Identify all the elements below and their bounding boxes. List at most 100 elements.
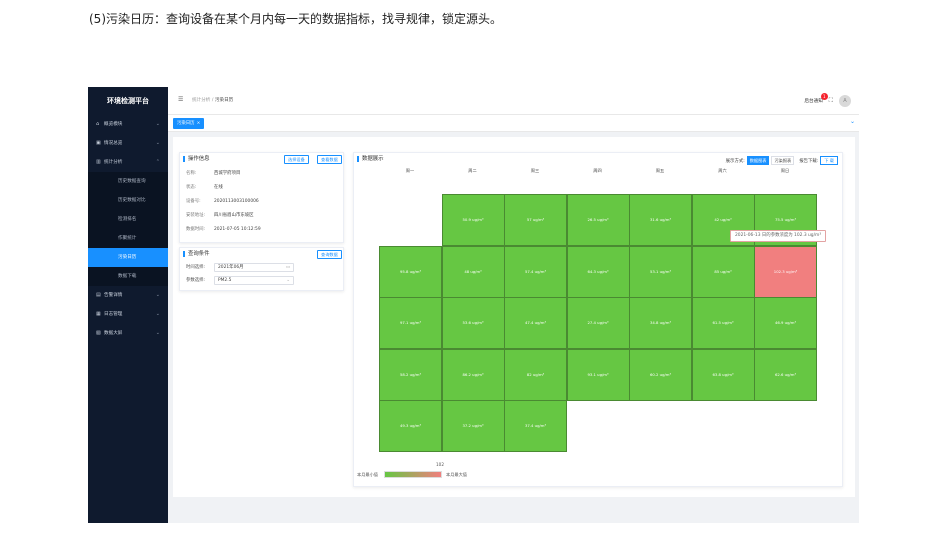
legend-min-label: 本月最小值 — [357, 472, 378, 477]
calendar-day[interactable]: 26.5 ug/m³ — [566, 194, 630, 246]
op-info-panel: 操作信息 选择设备 查看数据 名称: 西城学府项目 状态: 在线 设备号: 20201… — [179, 152, 344, 243]
calendar-day[interactable]: 58.2 ug/m³ — [379, 348, 442, 401]
chevron-down-icon: ⌄ — [155, 330, 160, 336]
chevron-up-icon: ⌃ — [155, 159, 160, 165]
tab-pollution-calendar[interactable]: 污染日历 × — [173, 118, 205, 129]
calendar-day[interactable]: 37.2 ug/m³ — [441, 400, 505, 452]
menu-toggle-icon[interactable]: ☰ — [178, 96, 183, 103]
sidebar-subitem-stats[interactable]: 作聚统计 — [88, 229, 168, 248]
sidebar-item-status[interactable]: ▣ 情况总览 ⌄ — [88, 134, 168, 153]
calendar-day-peak[interactable]: 102.3 ug/m³ — [754, 245, 817, 298]
info-row-name: 名称: 西城学府项目 — [186, 171, 241, 176]
display-controls: 展示方式: 数据图表 污染报表 报告下载: 下 载 — [726, 156, 838, 165]
mode-chart-button[interactable]: 数据图表 — [746, 156, 770, 165]
sidebar-subitem-history-query[interactable]: 历史数据查询 — [88, 172, 168, 191]
chevron-down-icon: ⌄ — [155, 121, 160, 127]
log-icon: ▦ — [96, 311, 101, 317]
calendar-day[interactable]: 82 ug/m³ — [504, 348, 567, 401]
tab-label: 污染日历 — [177, 121, 195, 126]
weekday-header: 周三 — [530, 168, 540, 173]
sidebar-item-label: 概览模块 — [104, 122, 123, 127]
notification-button[interactable]: 后台通知 1 — [804, 93, 828, 104]
sidebar-item-overview[interactable]: ⌂ 概览模块 ⌄ — [88, 115, 168, 134]
calendar-day[interactable]: 46.9 ug/m³ — [754, 297, 817, 349]
weekday-header: 周六 — [718, 168, 727, 173]
calendar-day[interactable]: 34.8 ug/m³ — [629, 297, 692, 349]
calendar-day[interactable]: 50.9 ug/m³ — [441, 194, 505, 246]
sidebar-subitem-history-compare[interactable]: 历史数据对比 — [88, 191, 168, 210]
calendar-day[interactable]: 86.2 ug/m³ — [441, 348, 505, 401]
fullscreen-icon[interactable]: ⛶ — [829, 97, 833, 105]
breadcrumb-parent[interactable]: 统计分析 — [192, 98, 210, 103]
notification-label: 后台通知 — [804, 99, 823, 104]
home-icon: ⌂ — [96, 121, 100, 127]
calendar-day[interactable]: 93.1 ug/m³ — [566, 348, 630, 401]
time-select-field: 时间选择: 2021年06月 ▭ — [186, 263, 294, 272]
breadcrumb-separator: / — [211, 98, 214, 103]
calendar-day[interactable]: 47.4 ug/m³ — [504, 297, 567, 349]
query-panel: 查询条件 查询数据 时间选择: 2021年06月 ▭ 参数选择: PM2.5 ⌄ — [179, 247, 344, 291]
weekday-header: 周四 — [593, 168, 602, 173]
chevron-down-icon[interactable]: ⌄ — [850, 118, 855, 125]
close-icon[interactable]: × — [197, 121, 201, 126]
calendar-day[interactable]: 97.1 ug/m³ — [379, 297, 442, 349]
alarm-icon: ▤ — [96, 292, 101, 298]
avatar[interactable]: A — [839, 95, 851, 107]
calendar-day[interactable]: 85 ug/m³ — [691, 245, 755, 298]
calendar-day[interactable]: 61.5 ug/m³ — [691, 297, 755, 349]
breadcrumb-current: 污染日历 — [214, 98, 234, 103]
chevron-down-icon: ⌄ — [155, 292, 160, 298]
sidebar-item-alarms[interactable]: ▤ 告警详情 ⌄ — [88, 286, 168, 305]
calendar-day[interactable]: 95.8 ug/m³ — [379, 245, 442, 298]
tags-bar: 污染日历 × ⌄ — [168, 115, 859, 132]
legend-max-label: 本月最大值 — [446, 472, 467, 477]
info-row-device-id: 设备号: 2020113003100006 — [186, 199, 259, 204]
sidebar-item-logs[interactable]: ▦ 日志管理 ⌄ — [88, 305, 168, 324]
info-row-data-time: 数据时间: 2021-07-05 10:12:59 — [186, 227, 261, 232]
download-button[interactable]: 下 载 — [820, 156, 838, 165]
query-data-button[interactable]: 查询数据 — [317, 250, 342, 259]
weekday-header: 周五 — [655, 168, 665, 173]
calendar-day[interactable]: 53.6 ug/m³ — [441, 297, 505, 349]
legend-gradient[interactable] — [384, 471, 442, 478]
month-picker[interactable]: 2021年06月 ▭ — [214, 263, 294, 272]
sidebar-item-bigscreen[interactable]: ▧ 数据大屏 ⌄ — [88, 324, 168, 343]
data-display-panel: 数据展示 展示方式: 数据图表 污染报表 报告下载: 下 载 周一 周二 周三 周四 周… — [353, 152, 843, 487]
notification-badge: 1 — [820, 93, 828, 100]
param-select-field: 参数选择: PM2.5 ⌄ — [186, 276, 294, 285]
calendar-day[interactable]: 57 ug/m³ — [504, 194, 567, 246]
sidebar-subitem-pollution-calendar[interactable]: 污染日历 — [88, 248, 168, 267]
mode-report-button[interactable]: 污染报表 — [771, 156, 795, 165]
calendar-day[interactable]: 62.6 ug/m³ — [754, 348, 817, 401]
weekday-header: 周二 — [468, 168, 477, 173]
calendar-day[interactable]: 60.2 ug/m³ — [629, 348, 692, 401]
param-select[interactable]: PM2.5 ⌄ — [214, 276, 294, 285]
app-screenshot: 环境检测平台 ⌂ 概览模块 ⌄ ▣ 情况总览 ⌄ ▥ 统计分析 ⌃ 历史数据查询 历史… — [88, 87, 859, 523]
sidebar-subitem-data-download[interactable]: 数据下载 — [88, 267, 168, 286]
display-title: 数据展示 — [357, 156, 384, 162]
select-device-button[interactable]: 选择设备 — [284, 155, 309, 164]
calendar-day[interactable]: 31.6 ug/m³ — [629, 194, 692, 246]
calendar-day[interactable]: 27.4 ug/m³ — [566, 297, 630, 349]
view-data-button[interactable]: 查看数据 — [317, 155, 342, 164]
calendar-day[interactable]: 48 ug/m³ — [441, 245, 505, 298]
query-title: 查询条件 — [183, 251, 210, 257]
sidebar-item-label: 日志管理 — [104, 312, 123, 317]
op-info-title: 操作信息 — [183, 156, 210, 162]
calendar-day[interactable]: 37.4 ug/m³ — [504, 400, 567, 452]
calendar-day[interactable]: 49.3 ug/m³ — [379, 400, 442, 452]
sidebar-item-label: 统计分析 — [104, 160, 123, 165]
sidebar-item-statistics[interactable]: ▥ 统计分析 ⌃ — [88, 153, 168, 172]
legend-value: 102 — [436, 462, 444, 467]
calendar-day[interactable]: 63.8 ug/m³ — [691, 348, 755, 401]
report-download-label: 报告下载: — [799, 158, 819, 164]
chevron-down-icon: ⌄ — [286, 278, 290, 283]
info-row-address: 安装地址: 四川省眉山市东坡区 — [186, 213, 254, 218]
calendar-day[interactable]: 53.1 ug/m³ — [629, 245, 692, 298]
brand-title: 环境检测平台 — [107, 97, 149, 105]
calendar-day[interactable]: 64.3 ug/m³ — [566, 245, 630, 298]
doc-heading: (5)污染日历：查询设备在某个月内每一天的数据指标，找寻规律，锁定源头。 — [89, 12, 503, 26]
calendar-day[interactable]: 57.4 ug/m³ — [504, 245, 567, 298]
sidebar-subitem-ranking[interactable]: 检测排名 — [88, 210, 168, 229]
breadcrumb: 统计分析 / 污染日历 — [192, 97, 233, 103]
